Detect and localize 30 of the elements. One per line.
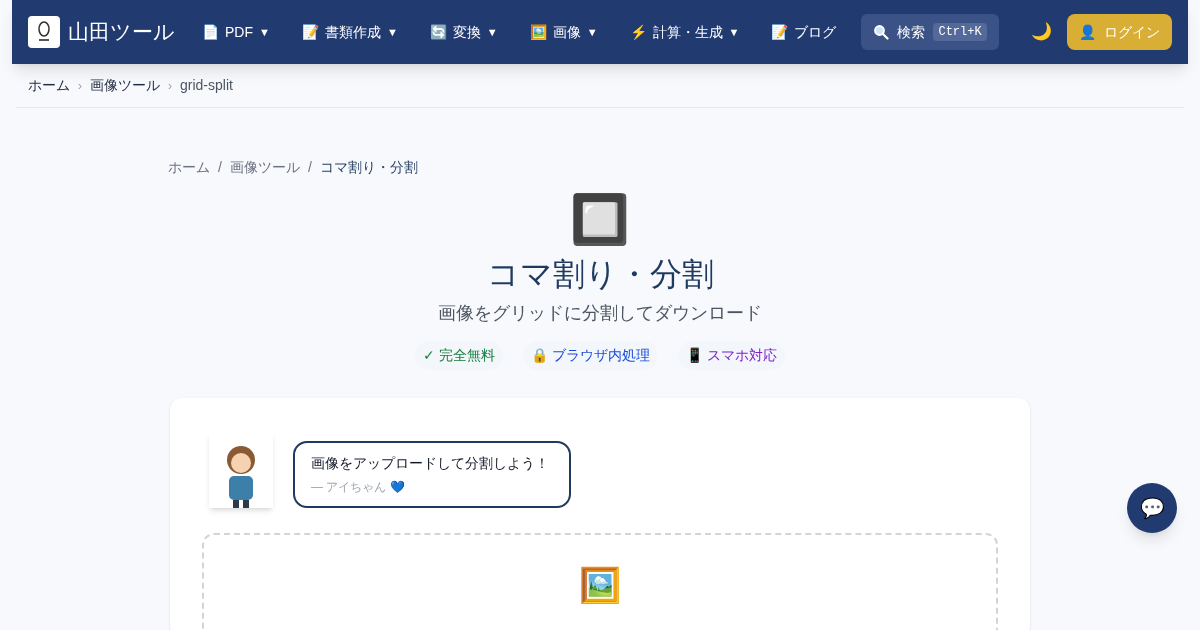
- breadcrumb-separator: /: [307, 158, 312, 177]
- breadcrumb-link[interactable]: ホーム: [28, 75, 70, 96]
- breadcrumb-link[interactable]: 画像ツール: [90, 75, 160, 96]
- picture-icon: 🖼: [579, 565, 621, 605]
- feature-badge: ✓ 完全無料: [415, 341, 504, 370]
- dark-mode-toggle[interactable]: 🌙: [1030, 19, 1052, 45]
- nav-menu-item[interactable]: 📝 ブログ: [764, 21, 844, 43]
- nav-menu-item[interactable]: 📄 PDF ▼: [195, 21, 277, 43]
- nav-menu-item[interactable]: 🖼 画像 ▼: [522, 21, 605, 43]
- breadcrumb-separator: ›: [168, 77, 172, 95]
- page-subtitle: 画像をグリッドに分割してダウンロード: [438, 302, 762, 325]
- breadcrumb-link[interactable]: ホーム: [168, 157, 210, 178]
- brand-name[interactable]: 山田ツール: [68, 16, 175, 48]
- current-page-label: コマ割り・分割: [319, 158, 418, 177]
- logo-icon[interactable]: [28, 16, 60, 48]
- breadcrumb-separator: ›: [78, 77, 82, 95]
- current-page-label: grid-split: [180, 76, 233, 95]
- nav-menu-item[interactable]: ⚡ 計算・生成 ▼: [622, 21, 747, 43]
- mascot-signature: — アイちゃん 💙: [311, 479, 406, 496]
- breadcrumb-link[interactable]: 画像ツール: [229, 157, 300, 178]
- search-icon: [873, 24, 890, 40]
- nav-menu-item[interactable]: 📝 書類作成 ▼: [294, 21, 405, 43]
- feature-badge: 🔒 ブラウザ内処理: [523, 341, 658, 370]
- feature-badge: 📱 スマホ対応: [677, 341, 785, 370]
- breadcrumb-separator: /: [218, 158, 222, 177]
- tool-icon: 🔲: [570, 190, 630, 250]
- nav-menu-item[interactable]: 🔄 変換 ▼: [422, 21, 505, 43]
- mascot-message: 画像をアップロードして分割しよう！: [311, 454, 550, 473]
- page-title: コマ割り・分割: [486, 255, 714, 294]
- search-button[interactable]: 検索 Ctrl+K: [861, 14, 999, 50]
